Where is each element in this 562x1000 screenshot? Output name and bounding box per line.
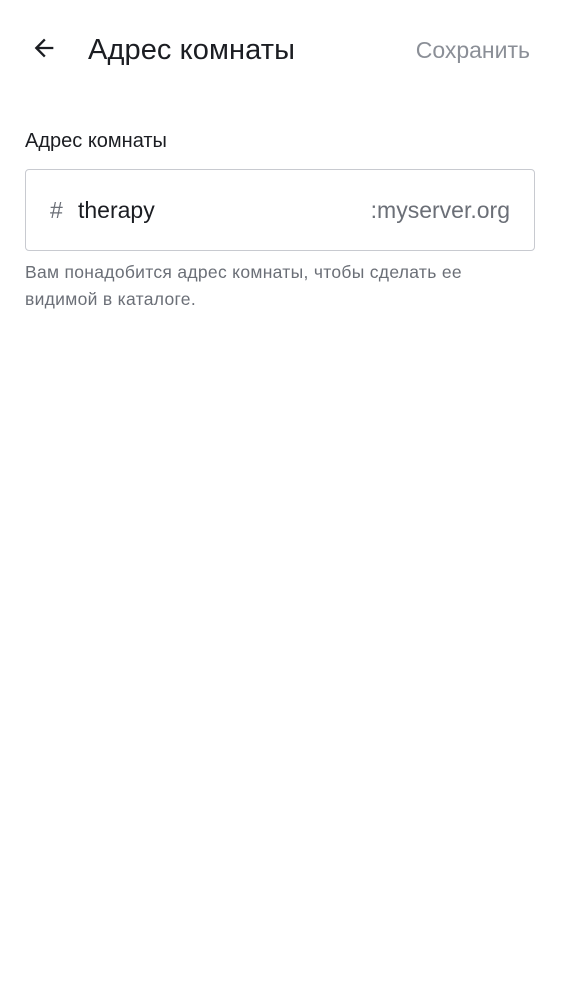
- hash-prefix: #: [50, 197, 63, 223]
- save-button[interactable]: Сохранить: [416, 34, 530, 66]
- address-field-label: Адрес комнаты: [25, 130, 167, 152]
- top-app-bar: Адрес комнаты Сохранить: [0, 0, 562, 100]
- helper-text: Вам понадобится адрес комнаты, чтобы сде…: [25, 262, 462, 309]
- back-button[interactable]: [22, 28, 66, 72]
- room-address-input[interactable]: [78, 194, 318, 226]
- arrow-left-icon: [30, 34, 58, 67]
- page-title: Адрес комнаты: [88, 34, 296, 66]
- room-address-field[interactable]: # :myserver.org: [25, 169, 535, 251]
- server-suffix: :myserver.org: [370, 197, 510, 223]
